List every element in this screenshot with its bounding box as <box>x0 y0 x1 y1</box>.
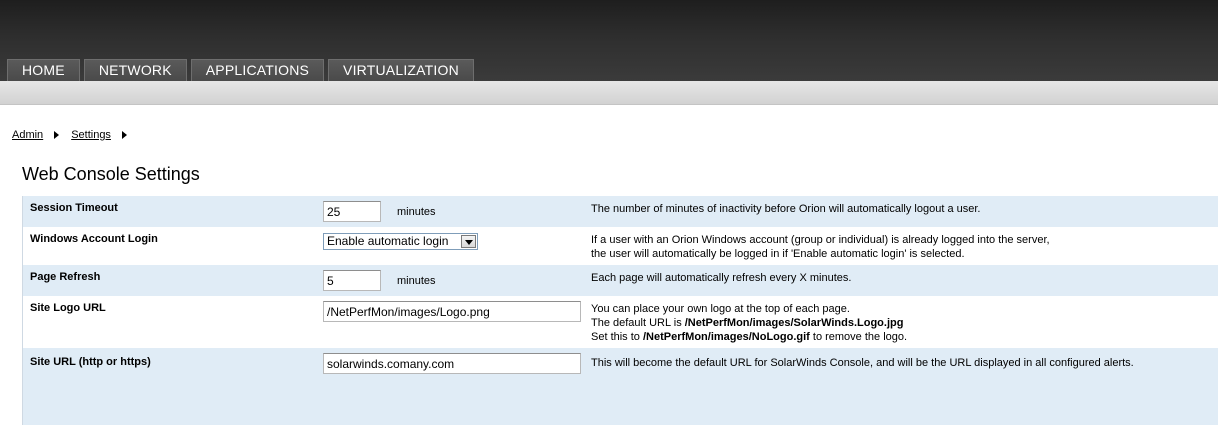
windows-login-label: Windows Account Login <box>30 233 158 245</box>
site-url-input[interactable] <box>323 353 581 374</box>
page-title: Web Console Settings <box>22 164 200 184</box>
site-logo-nologo-prefix: Set this to <box>591 331 643 343</box>
top-header-bar: HOME NETWORK APPLICATIONS VIRTUALIZATION <box>0 0 1218 81</box>
settings-row-session-timeout: Session Timeout minutes The number of mi… <box>23 196 1218 227</box>
breadcrumb-arrow-icon <box>121 131 127 139</box>
breadcrumb-admin-link[interactable]: Admin <box>12 129 43 141</box>
breadcrumb: Admin Settings <box>12 129 139 141</box>
windows-login-description-line2: the user will automatically be logged in… <box>591 248 965 260</box>
site-url-label: Site URL (http or https) <box>30 356 151 368</box>
session-timeout-unit: minutes <box>397 206 436 218</box>
session-timeout-description: The number of minutes of inactivity befo… <box>591 203 981 215</box>
site-logo-description-line1: You can place your own logo at the top o… <box>591 303 850 315</box>
sub-nav-bar <box>0 81 1218 105</box>
windows-login-description-line1: If a user with an Orion Windows account … <box>591 234 1050 246</box>
site-logo-description: You can place your own logo at the top o… <box>591 302 907 344</box>
settings-row-windows-login: Windows Account Login Enable automatic l… <box>23 227 1218 265</box>
session-timeout-label: Session Timeout <box>30 202 118 214</box>
session-timeout-input[interactable] <box>323 201 381 222</box>
breadcrumb-settings-link[interactable]: Settings <box>71 129 111 141</box>
breadcrumb-arrow-icon <box>54 131 60 139</box>
page-refresh-unit: minutes <box>397 275 436 287</box>
site-logo-default-prefix: The default URL is <box>591 317 685 329</box>
settings-table: Session Timeout minutes The number of mi… <box>22 196 1218 425</box>
site-logo-description-line3: Set this to /NetPerfMon/images/NoLogo.gi… <box>591 330 907 344</box>
settings-row-page-refresh: Page Refresh minutes Each page will auto… <box>23 265 1218 296</box>
windows-login-select[interactable]: Enable automatic login <box>323 233 478 250</box>
site-url-description: This will become the default URL for Sol… <box>591 357 1134 369</box>
site-logo-input[interactable] <box>323 301 581 322</box>
settings-row-site-url: Site URL (http or https) This will becom… <box>23 348 1218 425</box>
site-logo-nologo-suffix: to remove the logo. <box>809 331 908 343</box>
windows-login-description: If a user with an Orion Windows account … <box>591 233 1050 261</box>
windows-login-selected-value: Enable automatic login <box>327 234 449 248</box>
tab-home[interactable]: HOME <box>7 59 80 81</box>
settings-row-site-logo: Site Logo URL You can place your own log… <box>23 296 1218 348</box>
page-refresh-input[interactable] <box>323 270 381 291</box>
dropdown-arrow-icon[interactable] <box>461 235 476 248</box>
page-refresh-description: Each page will automatically refresh eve… <box>591 272 852 284</box>
tab-applications[interactable]: APPLICATIONS <box>190 59 325 81</box>
site-logo-nologo-path: /NetPerfMon/images/NoLogo.gif <box>642 331 810 343</box>
site-logo-description-line2: The default URL is /NetPerfMon/images/So… <box>591 316 907 330</box>
page-refresh-label: Page Refresh <box>30 271 101 283</box>
tab-virtualization[interactable]: VIRTUALIZATION <box>328 59 474 81</box>
tab-network[interactable]: NETWORK <box>83 59 187 81</box>
site-logo-default-path: /NetPerfMon/images/SolarWinds.Logo.jpg <box>684 317 904 329</box>
main-nav-tabs: HOME NETWORK APPLICATIONS VIRTUALIZATION <box>7 59 478 81</box>
site-logo-label: Site Logo URL <box>30 302 106 314</box>
